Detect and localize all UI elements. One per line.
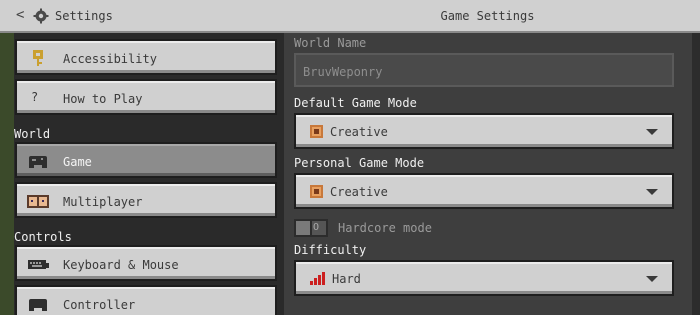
toggle-knob <box>296 221 312 235</box>
world-name-label: World Name <box>294 36 367 50</box>
sidebar-item-label: Accessibility <box>63 52 157 66</box>
difficulty-value: Hard <box>332 272 361 286</box>
keyboard-icon <box>28 260 49 269</box>
toggle-off-indicator: O <box>313 222 320 233</box>
key-icon <box>33 50 43 66</box>
sidebar-item-label: How to Play <box>63 92 143 106</box>
players-icon <box>27 195 49 208</box>
section-label-controls: Controls <box>14 230 72 244</box>
personal-game-mode-value: Creative <box>330 185 388 199</box>
game-settings-pane: World Name BruvWeponry Default Game Mode… <box>287 33 692 315</box>
page-title: Game Settings <box>440 9 535 23</box>
sidebar-item-label: Game <box>63 155 92 169</box>
sidebar-item-game[interactable]: Game <box>15 142 277 178</box>
default-game-mode-value: Creative <box>330 125 388 139</box>
controller-icon <box>29 299 47 311</box>
default-game-mode-label: Default Game Mode <box>294 96 417 110</box>
scrollbar[interactable] <box>692 33 700 315</box>
chevron-down-icon <box>646 276 658 282</box>
world-name-field[interactable]: BruvWeponry <box>294 53 674 87</box>
sidebar-item-multiplayer[interactable]: Multiplayer <box>15 182 277 218</box>
sidebar-item-label: Controller <box>63 298 136 312</box>
difficulty-label: Difficulty <box>294 243 367 257</box>
personal-game-mode-label: Personal Game Mode <box>294 156 425 170</box>
breadcrumb[interactable]: Settings <box>55 9 113 23</box>
sidebar-item-label: Keyboard & Mouse <box>63 258 179 272</box>
difficulty-dropdown[interactable]: Hard <box>294 260 674 296</box>
back-button[interactable]: < <box>16 7 24 23</box>
personal-game-mode-dropdown[interactable]: Creative <box>294 173 674 209</box>
controller-icon <box>29 156 47 168</box>
gear-icon <box>33 8 49 24</box>
question-icon: ? <box>31 90 39 104</box>
top-bar: < Settings Game Settings <box>0 0 700 33</box>
settings-sidebar: Accessibility ? How to Play World Game M… <box>0 33 284 315</box>
default-game-mode-dropdown[interactable]: Creative <box>294 113 674 149</box>
sidebar-item-label: Multiplayer <box>63 195 143 209</box>
creative-icon <box>310 185 323 198</box>
sidebar-item-how-to-play[interactable]: ? How to Play <box>15 79 277 115</box>
sidebar-item-accessibility[interactable]: Accessibility <box>15 39 277 75</box>
section-label-world: World <box>14 127 51 141</box>
chevron-down-icon <box>646 189 658 195</box>
creative-icon <box>310 125 323 138</box>
sidebar-item-keyboard-mouse[interactable]: Keyboard & Mouse <box>15 245 277 281</box>
hardcore-mode-toggle[interactable]: O <box>294 219 328 237</box>
sidebar-item-controller[interactable]: Controller <box>15 285 277 315</box>
chevron-down-icon <box>646 129 658 135</box>
world-background-strip <box>0 33 14 315</box>
hardcore-mode-label: Hardcore mode <box>338 221 432 235</box>
difficulty-bars-icon <box>310 272 325 285</box>
